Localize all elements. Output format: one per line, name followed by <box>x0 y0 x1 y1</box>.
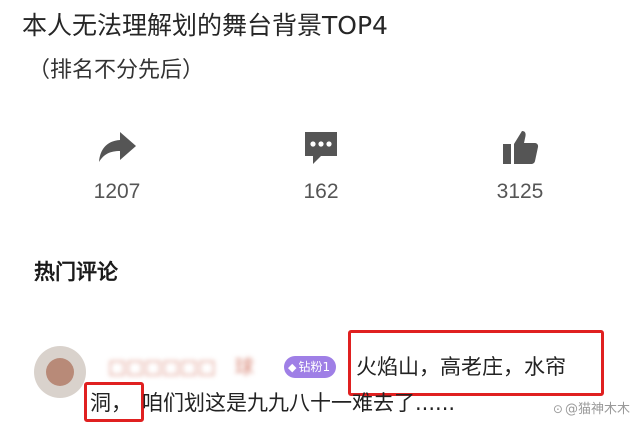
comment-item: □□□□□□ 球 ◆ 钻粉1 火焰山，高老庄，水帘 洞， 咱们划这是九九八十一难去了… <box>0 320 640 427</box>
comment-count: 162 <box>303 180 339 203</box>
like-count: 3125 <box>496 180 544 203</box>
comment-icon <box>305 132 337 164</box>
fan-badge: ◆ 钻粉1 <box>284 356 337 378</box>
fan-badge-label: 钻粉1 <box>298 360 331 374</box>
watermark: ⊙ @猫神木木 <box>553 398 630 417</box>
comment-text-rest: 咱们划这是九九八十一难去了...... <box>142 391 456 415</box>
avatar[interactable] <box>34 346 86 398</box>
comment-text-line-2: 洞， 咱们划这是九九八十一难去了...... <box>90 386 455 420</box>
like-button[interactable]: 3125 <box>455 128 585 204</box>
comment-text-highlight-1: 火焰山，高老庄，水帘 <box>356 355 566 379</box>
post-subtitle: （排名不分先后） <box>28 58 205 83</box>
comment-button[interactable]: 162 <box>256 128 386 204</box>
watermark-icon: ⊙ <box>552 402 563 416</box>
username-blurred: □□□□□□ <box>108 356 235 378</box>
comment-username[interactable]: □□□□□□ 球 <box>108 352 254 379</box>
share-icon <box>99 132 136 162</box>
thumbs-up-icon <box>503 131 539 164</box>
watermark-text: @猫神木木 <box>564 402 630 417</box>
post-title: 本人无法理解划的舞台背景TOP4 <box>22 11 388 40</box>
share-button[interactable]: 1207 <box>52 128 182 204</box>
share-count: 1207 <box>93 180 141 203</box>
comment-text-highlight-2: 洞， <box>90 391 132 415</box>
username-visible: 球 <box>234 356 254 378</box>
diamond-icon: ◆ <box>288 361 297 374</box>
avatar-image <box>46 358 74 386</box>
hot-comments-title: 热门评论 <box>34 260 118 284</box>
